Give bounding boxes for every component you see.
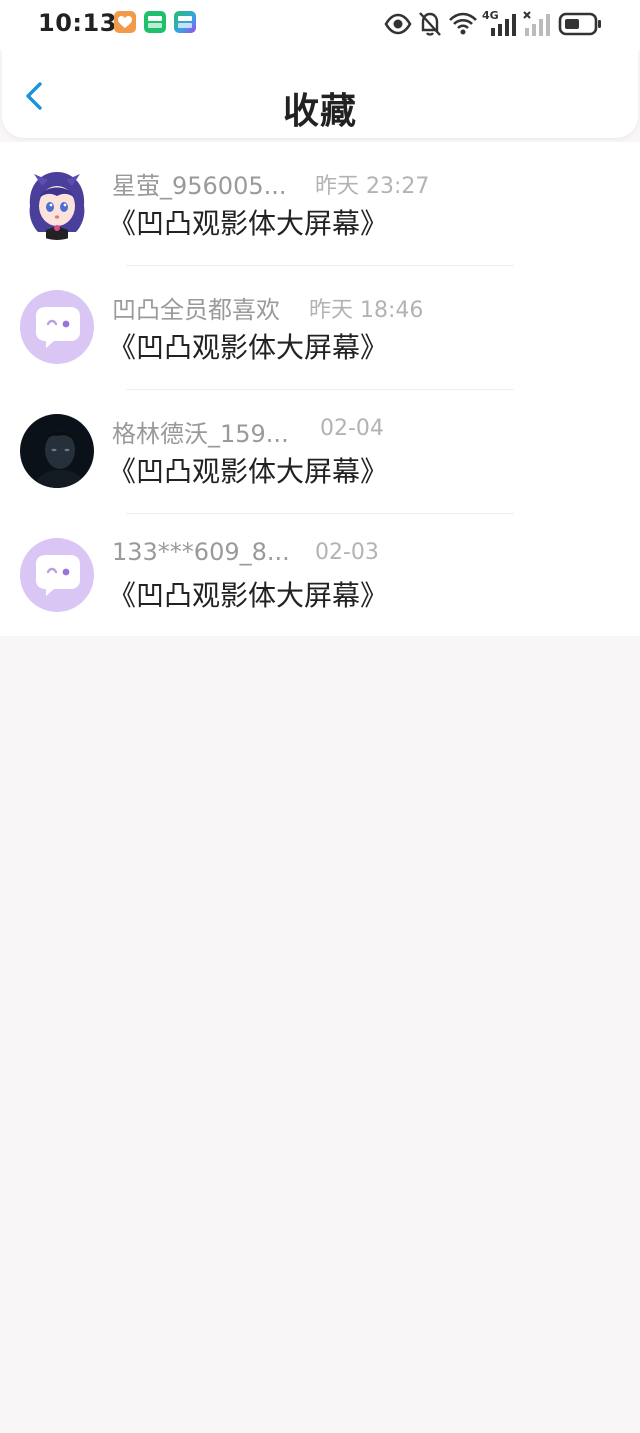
app-header: 收藏 (2, 50, 638, 138)
avatar[interactable] (20, 166, 94, 240)
app-notification-icon (114, 11, 136, 33)
favorite-title[interactable]: 《凹凸观影体大屏幕》 (108, 202, 388, 242)
timestamp: 昨天 23:27 (315, 174, 430, 199)
favorite-item[interactable]: 星萤_956005... 昨天 23:27 《凹凸观影体大屏幕》 (0, 142, 640, 266)
no-signal-icon (523, 11, 550, 36)
chat-bubble-icon (20, 290, 94, 364)
chat-bubble-icon (20, 538, 94, 612)
iqiyi-notification-icon (144, 11, 166, 33)
username[interactable]: 格林德沃_159... (112, 414, 289, 449)
username[interactable]: 凹凸全员都喜欢 (112, 290, 280, 325)
username[interactable]: 星萤_956005... (112, 166, 287, 201)
cellular-signal-icon: 4G (482, 9, 518, 38)
timestamp: 昨天 18:46 (309, 298, 424, 323)
favorite-title[interactable]: 《凹凸观影体大屏幕》 (108, 326, 388, 366)
timestamp: 02-03 (315, 540, 379, 565)
favorites-list: 星萤_956005... 昨天 23:27 《凹凸观影体大屏幕》 凹凸全员都喜欢… (0, 142, 640, 636)
status-bar: 10:13 4G (0, 0, 640, 50)
iqiyi-notification-icon (174, 11, 196, 33)
eye-icon (384, 13, 412, 35)
username[interactable]: 133***609_8... (112, 538, 290, 566)
avatar[interactable] (20, 290, 94, 364)
timestamp: 02-04 (320, 416, 384, 441)
favorite-title[interactable]: 《凹凸观影体大屏幕》 (108, 450, 388, 490)
battery-icon (558, 12, 601, 36)
avatar[interactable] (20, 414, 94, 488)
favorite-item[interactable]: 格林德沃_159... 02-04 《凹凸观影体大屏幕》 (0, 390, 640, 514)
favorite-item[interactable]: 凹凸全员都喜欢 昨天 18:46 《凹凸观影体大屏幕》 (0, 266, 640, 390)
avatar[interactable] (20, 538, 94, 612)
mute-bell-icon (419, 12, 441, 36)
favorite-title[interactable]: 《凹凸观影体大屏幕》 (108, 574, 388, 614)
wifi-icon (449, 12, 477, 35)
favorite-item[interactable]: 133***609_8... 02-03 《凹凸观影体大屏幕》 (0, 514, 640, 638)
page-title: 收藏 (282, 91, 357, 132)
status-time: 10:13 (38, 9, 117, 37)
